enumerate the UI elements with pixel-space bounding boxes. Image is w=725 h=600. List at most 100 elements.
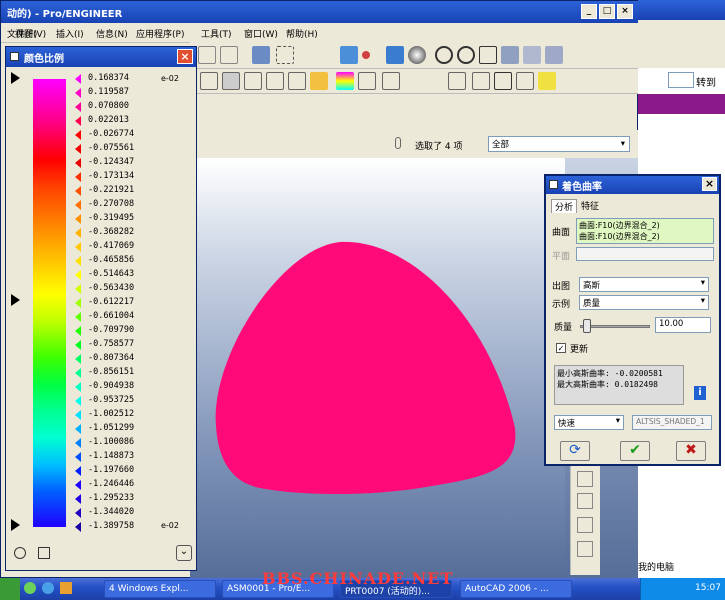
tick-marker-icon[interactable] <box>75 354 81 364</box>
zoom-in-icon[interactable] <box>435 46 453 64</box>
surface-item[interactable]: 曲面:F10(边界混合_2) <box>579 220 711 231</box>
tick-marker-icon[interactable] <box>75 312 81 322</box>
plane-collector[interactable] <box>576 247 714 261</box>
feature-tool-icon[interactable] <box>577 517 593 533</box>
curve-analysis-icon[interactable] <box>266 72 284 90</box>
taskbar-item-explorer[interactable]: 4 Windows Expl... <box>104 580 216 598</box>
tick-marker-icon[interactable] <box>75 522 81 532</box>
undo-icon[interactable] <box>198 46 216 64</box>
feature-tool-icon[interactable] <box>577 471 593 487</box>
orient-icon[interactable] <box>501 46 519 64</box>
refit-icon[interactable] <box>479 46 497 64</box>
menu-view[interactable]: 视图(V) <box>15 27 46 40</box>
repeat-button[interactable]: ⟳ <box>560 441 590 461</box>
menu-window[interactable]: 窗口(W) <box>244 27 278 40</box>
menu-info[interactable]: 信息(N) <box>96 27 128 40</box>
address-field[interactable] <box>668 72 694 88</box>
extend-icon[interactable] <box>516 72 534 90</box>
quicklaunch-icon[interactable] <box>60 582 72 594</box>
scale-max-marker[interactable] <box>11 72 20 84</box>
quicklaunch-icon[interactable] <box>24 582 36 594</box>
graphics-viewport[interactable] <box>190 158 565 578</box>
menu-applications[interactable]: 应用程序(P) <box>136 27 184 40</box>
maximize-button[interactable]: □ <box>599 4 615 19</box>
cancel-button[interactable]: ✖ <box>676 441 706 461</box>
tick-marker-icon[interactable] <box>75 508 81 518</box>
tick-marker-icon[interactable] <box>75 466 81 476</box>
axis-icon[interactable] <box>386 46 404 64</box>
home-icon[interactable] <box>38 547 50 559</box>
tab-analysis[interactable]: 分析 <box>551 199 578 213</box>
expand-chevron-icon[interactable]: ⌄ <box>176 545 192 561</box>
ok-button[interactable]: ✔ <box>620 441 650 461</box>
close-button[interactable]: × <box>617 4 633 19</box>
draft-icon[interactable] <box>288 72 306 90</box>
tick-marker-icon[interactable] <box>75 228 81 238</box>
surface-item[interactable]: 曲面:F10(边界混合_2) <box>579 231 711 242</box>
tick-marker-icon[interactable] <box>75 396 81 406</box>
tick-marker-icon[interactable] <box>75 382 81 392</box>
tick-marker-icon[interactable] <box>75 256 81 266</box>
slope-icon[interactable] <box>358 72 376 90</box>
tick-marker-icon[interactable] <box>75 186 81 196</box>
tick-marker-icon[interactable] <box>75 242 81 252</box>
info-icon[interactable]: i <box>694 386 706 400</box>
quality-slider-thumb[interactable] <box>583 319 592 333</box>
tick-marker-icon[interactable] <box>75 284 81 294</box>
sketch-icon[interactable] <box>340 46 358 64</box>
scale-mid-marker[interactable] <box>11 294 20 306</box>
zoom-out-icon[interactable] <box>457 46 475 64</box>
tick-marker-icon[interactable] <box>75 144 81 154</box>
quicklaunch-icon[interactable] <box>42 582 54 594</box>
surface-icon[interactable] <box>448 72 466 90</box>
tick-marker-icon[interactable] <box>75 88 81 98</box>
tick-marker-icon[interactable] <box>75 480 81 490</box>
tick-marker-icon[interactable] <box>75 368 81 378</box>
info-icon[interactable] <box>14 547 26 559</box>
feature-tool-icon[interactable] <box>577 541 593 557</box>
datum-point-icon[interactable] <box>362 51 370 59</box>
close-button[interactable]: × <box>702 177 717 191</box>
filter-dropdown[interactable]: 全部 ▾ <box>488 136 630 152</box>
mode-dropdown[interactable]: 快速 ▾ <box>554 415 624 430</box>
trim-icon[interactable] <box>494 72 512 90</box>
redo-icon[interactable] <box>220 46 238 64</box>
tick-marker-icon[interactable] <box>75 200 81 210</box>
tick-marker-icon[interactable] <box>75 438 81 448</box>
taskbar-item-autocad[interactable]: AutoCAD 2006 - ... <box>460 580 572 598</box>
tick-marker-icon[interactable] <box>75 494 81 504</box>
menu-tools[interactable]: 工具(T) <box>201 27 232 40</box>
example-dropdown[interactable]: 质量 ▾ <box>579 295 709 310</box>
feature-tool-icon[interactable] <box>577 493 593 509</box>
tick-marker-icon[interactable] <box>75 214 81 224</box>
tick-marker-icon[interactable] <box>75 340 81 350</box>
start-button[interactable] <box>0 578 20 600</box>
surface-collector[interactable]: 曲面:F10(边界混合_2) 曲面:F10(边界混合_2) <box>576 218 714 244</box>
tick-marker-icon[interactable] <box>75 116 81 126</box>
tick-marker-icon[interactable] <box>75 410 81 420</box>
merge-icon[interactable] <box>538 72 556 90</box>
select-box-icon[interactable] <box>276 46 294 64</box>
minimize-button[interactable]: _ <box>581 4 597 19</box>
analysis-name-field[interactable]: ALTSIS_SHADED_1 <box>632 415 712 430</box>
tick-marker-icon[interactable] <box>75 158 81 168</box>
menu-help[interactable]: 帮助(H) <box>286 27 318 40</box>
tick-marker-icon[interactable] <box>75 452 81 462</box>
tick-marker-icon[interactable] <box>75 270 81 280</box>
boundary-icon[interactable] <box>472 72 490 90</box>
update-checkbox[interactable]: ✓ <box>556 343 566 353</box>
tick-marker-icon[interactable] <box>75 424 81 434</box>
close-button[interactable]: × <box>177 49 193 64</box>
menu-insert[interactable]: 插入(I) <box>56 27 84 40</box>
quality-input[interactable]: 10.00 <box>655 317 711 333</box>
go-button[interactable]: 转到 <box>696 74 716 89</box>
model-surface[interactable] <box>190 158 565 578</box>
offset-icon[interactable] <box>244 72 262 90</box>
tick-marker-icon[interactable] <box>75 172 81 182</box>
reflection-icon[interactable] <box>336 72 354 90</box>
section-icon[interactable] <box>382 72 400 90</box>
tab-feature[interactable]: 特征 <box>578 199 602 212</box>
scale-min-marker[interactable] <box>11 519 20 531</box>
tick-marker-icon[interactable] <box>75 130 81 140</box>
shaded-curvature-icon[interactable] <box>310 72 328 90</box>
